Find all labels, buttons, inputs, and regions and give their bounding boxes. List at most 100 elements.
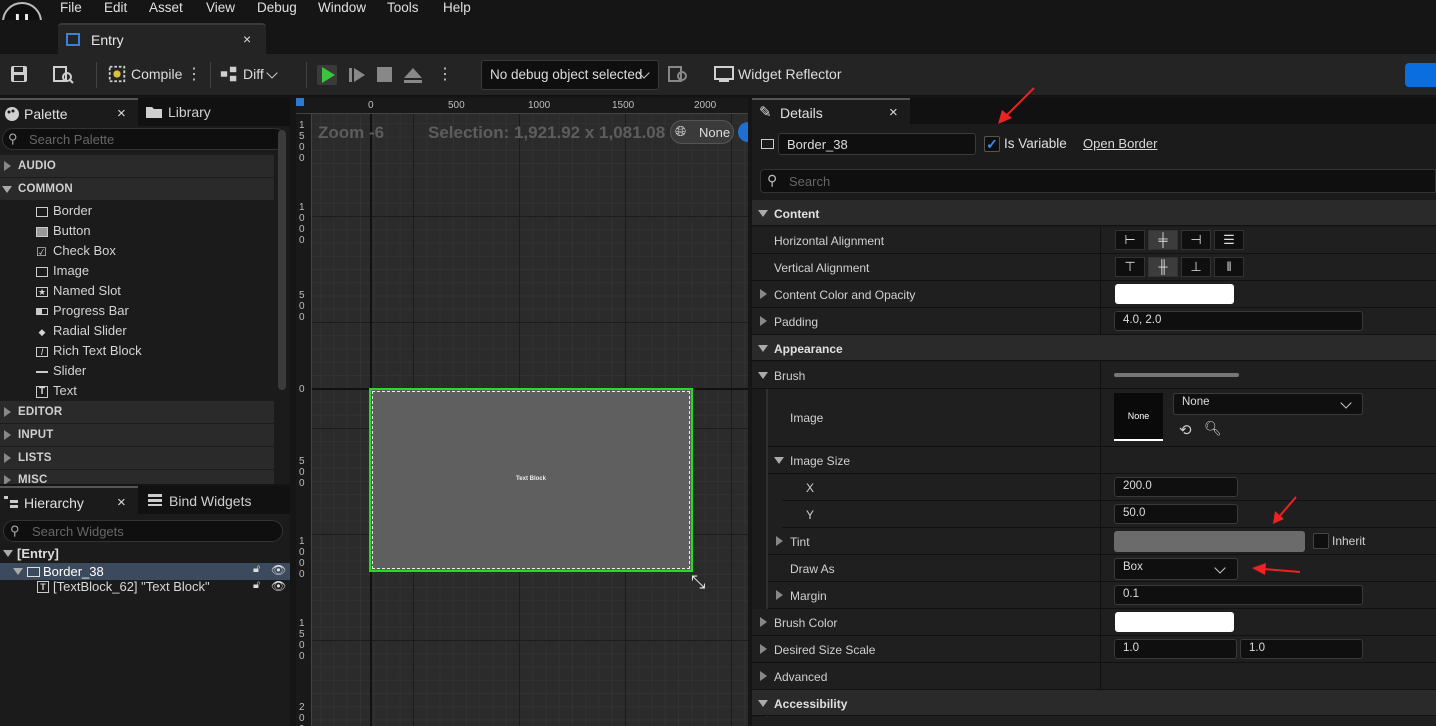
expand-arrow-icon[interactable] bbox=[760, 671, 767, 681]
collapse-arrow-icon[interactable] bbox=[13, 568, 23, 575]
expand-arrow-icon[interactable] bbox=[760, 617, 767, 627]
palette-item-button[interactable]: Button bbox=[36, 223, 91, 243]
tree-item-textblock[interactable]: [TextBlock_62] "Text Block" bbox=[53, 579, 210, 594]
scale-y-field[interactable]: 1.0 bbox=[1240, 639, 1363, 659]
document-tab-entry[interactable]: Entry × bbox=[58, 23, 266, 54]
align-center-icon[interactable]: ╪ bbox=[1148, 230, 1178, 250]
align-vfill-icon[interactable]: ‖ bbox=[1214, 257, 1244, 277]
menu-view[interactable]: View bbox=[206, 0, 235, 16]
align-bottom-icon[interactable]: ⊥ bbox=[1181, 257, 1211, 277]
unlock-icon[interactable]: 🔓︎ bbox=[253, 563, 260, 576]
palette-item-check-box[interactable]: ☑ Check Box bbox=[36, 243, 116, 263]
widget-reflector-icon[interactable] bbox=[713, 64, 735, 84]
tab-library[interactable]: Library bbox=[140, 98, 280, 126]
expand-arrow-icon[interactable] bbox=[760, 644, 767, 654]
menu-file[interactable]: File bbox=[60, 0, 82, 16]
collapse-arrow-icon[interactable] bbox=[774, 457, 784, 464]
debug-object-dropdown[interactable]: No debug object selected bbox=[481, 60, 659, 90]
tab-bind-widgets[interactable]: Bind Widgets bbox=[140, 486, 280, 514]
expand-arrow-icon[interactable] bbox=[760, 316, 767, 326]
unlock-icon[interactable]: 🔓︎ bbox=[253, 579, 260, 592]
palette-item-border[interactable]: Border bbox=[36, 203, 92, 223]
diff-icon[interactable] bbox=[218, 64, 240, 84]
palette-item-progress-bar[interactable]: Progress Bar bbox=[36, 303, 129, 323]
step-icon[interactable] bbox=[347, 65, 367, 85]
brush-color-swatch[interactable] bbox=[1115, 612, 1234, 632]
align-left-icon[interactable]: ⊢ bbox=[1115, 230, 1145, 250]
details-search-input[interactable]: ⚲ Search bbox=[760, 169, 1436, 193]
tab-details[interactable]: ✎ Details × bbox=[752, 98, 910, 124]
align-top-icon[interactable]: ⊤ bbox=[1115, 257, 1145, 277]
expand-arrow-icon[interactable] bbox=[760, 289, 767, 299]
category-misc[interactable]: MISC bbox=[0, 470, 274, 484]
palette-item-named-slot[interactable]: ★ Named Slot bbox=[36, 283, 121, 303]
category-input[interactable]: INPUT bbox=[0, 424, 274, 446]
padding-field[interactable]: 4.0, 2.0 bbox=[1114, 311, 1363, 331]
image-asset-dropdown[interactable]: None bbox=[1173, 393, 1363, 415]
align-right-icon[interactable]: ⊣ bbox=[1181, 230, 1211, 250]
align-fill-icon[interactable]: ☰ bbox=[1214, 230, 1244, 250]
image-thumbnail[interactable]: None bbox=[1114, 393, 1163, 441]
content-color-swatch[interactable] bbox=[1115, 284, 1234, 304]
open-border-link[interactable]: Open Border bbox=[1083, 136, 1157, 151]
align-vcenter-icon[interactable]: ╫ bbox=[1148, 257, 1178, 277]
tab-palette[interactable]: Palette × bbox=[0, 98, 138, 126]
browse-icon[interactable]: 🔍︎ bbox=[1204, 420, 1222, 437]
section-content[interactable]: Content bbox=[752, 200, 1436, 226]
palette-scrollbar[interactable] bbox=[278, 130, 286, 390]
menu-edit[interactable]: Edit bbox=[104, 0, 127, 16]
stop-icon[interactable] bbox=[377, 67, 392, 82]
menu-debug[interactable]: Debug bbox=[257, 0, 297, 16]
eject-icon[interactable] bbox=[402, 65, 424, 85]
tree-item-root[interactable]: [Entry] bbox=[17, 546, 59, 561]
category-common[interactable]: COMMON bbox=[0, 178, 274, 200]
localization-preview-button[interactable]: 🌐︎ None bbox=[670, 120, 734, 144]
debug-find-icon[interactable] bbox=[667, 64, 689, 84]
section-accessibility[interactable]: Accessibility bbox=[752, 690, 1436, 716]
column-splitter[interactable] bbox=[1100, 227, 1101, 335]
expand-arrow-icon[interactable] bbox=[776, 590, 783, 600]
draw-as-dropdown[interactable]: Box bbox=[1114, 558, 1238, 580]
compile-icon[interactable] bbox=[106, 64, 128, 84]
expand-arrow-icon[interactable] bbox=[776, 536, 783, 546]
menu-asset[interactable]: Asset bbox=[149, 0, 183, 16]
close-icon[interactable]: × bbox=[117, 105, 126, 122]
close-icon[interactable]: × bbox=[889, 104, 898, 121]
category-editor[interactable]: EDITOR bbox=[0, 401, 274, 423]
collapse-arrow-icon[interactable] bbox=[758, 372, 768, 379]
palette-item-text[interactable]: T Text bbox=[36, 383, 77, 403]
compile-button[interactable]: Compile bbox=[131, 66, 182, 82]
close-icon[interactable]: × bbox=[117, 494, 126, 511]
tree-item-border-selected[interactable]: Border_38 🔓︎ 👁︎ bbox=[0, 563, 290, 580]
menu-window[interactable]: Window bbox=[318, 0, 366, 16]
palette-item-image[interactable]: Image bbox=[36, 263, 89, 283]
section-appearance[interactable]: Appearance bbox=[752, 335, 1436, 361]
column-splitter[interactable] bbox=[1100, 362, 1101, 690]
search-widgets-input[interactable]: ⚲ Search Widgets bbox=[3, 520, 283, 542]
menu-tools[interactable]: Tools bbox=[387, 0, 419, 16]
image-size-x-field[interactable]: 200.0 bbox=[1114, 477, 1238, 497]
palette-item-rich-text-block[interactable]: I Rich Text Block bbox=[36, 343, 142, 363]
diff-button[interactable]: Diff bbox=[243, 66, 264, 82]
inherit-checkbox[interactable] bbox=[1313, 533, 1329, 549]
text-block-widget[interactable]: Text Block bbox=[371, 476, 691, 482]
close-icon[interactable]: × bbox=[243, 31, 251, 47]
eye-icon[interactable]: 👁︎ bbox=[271, 579, 286, 593]
menu-help[interactable]: Help bbox=[443, 0, 471, 16]
image-size-y-field[interactable]: 50.0 bbox=[1114, 504, 1238, 524]
designer-canvas[interactable]: 0 500 1000 1500 2000 1500 1000 500 0 500… bbox=[296, 98, 748, 726]
save-icon[interactable] bbox=[8, 64, 30, 84]
tab-hierarchy[interactable]: Hierarchy × bbox=[0, 486, 138, 514]
is-variable-checkbox[interactable]: ✓ bbox=[984, 136, 1000, 152]
collapse-arrow-icon[interactable] bbox=[3, 550, 13, 557]
category-audio[interactable]: AUDIO bbox=[0, 155, 274, 177]
browse-asset-icon[interactable] bbox=[52, 64, 74, 84]
resize-handle-icon[interactable]: ⤡ bbox=[691, 572, 705, 593]
eye-icon[interactable]: 👁︎ bbox=[271, 563, 286, 577]
play-options-icon[interactable]: ⋮ bbox=[437, 64, 453, 84]
search-palette-input[interactable]: ⚲ Search Palette bbox=[2, 128, 286, 150]
widget-name-field[interactable]: Border_38 bbox=[778, 133, 976, 155]
play-icon[interactable] bbox=[316, 64, 338, 86]
category-lists[interactable]: LISTS bbox=[0, 447, 274, 469]
compile-options-icon[interactable]: ⋮ bbox=[186, 64, 202, 84]
